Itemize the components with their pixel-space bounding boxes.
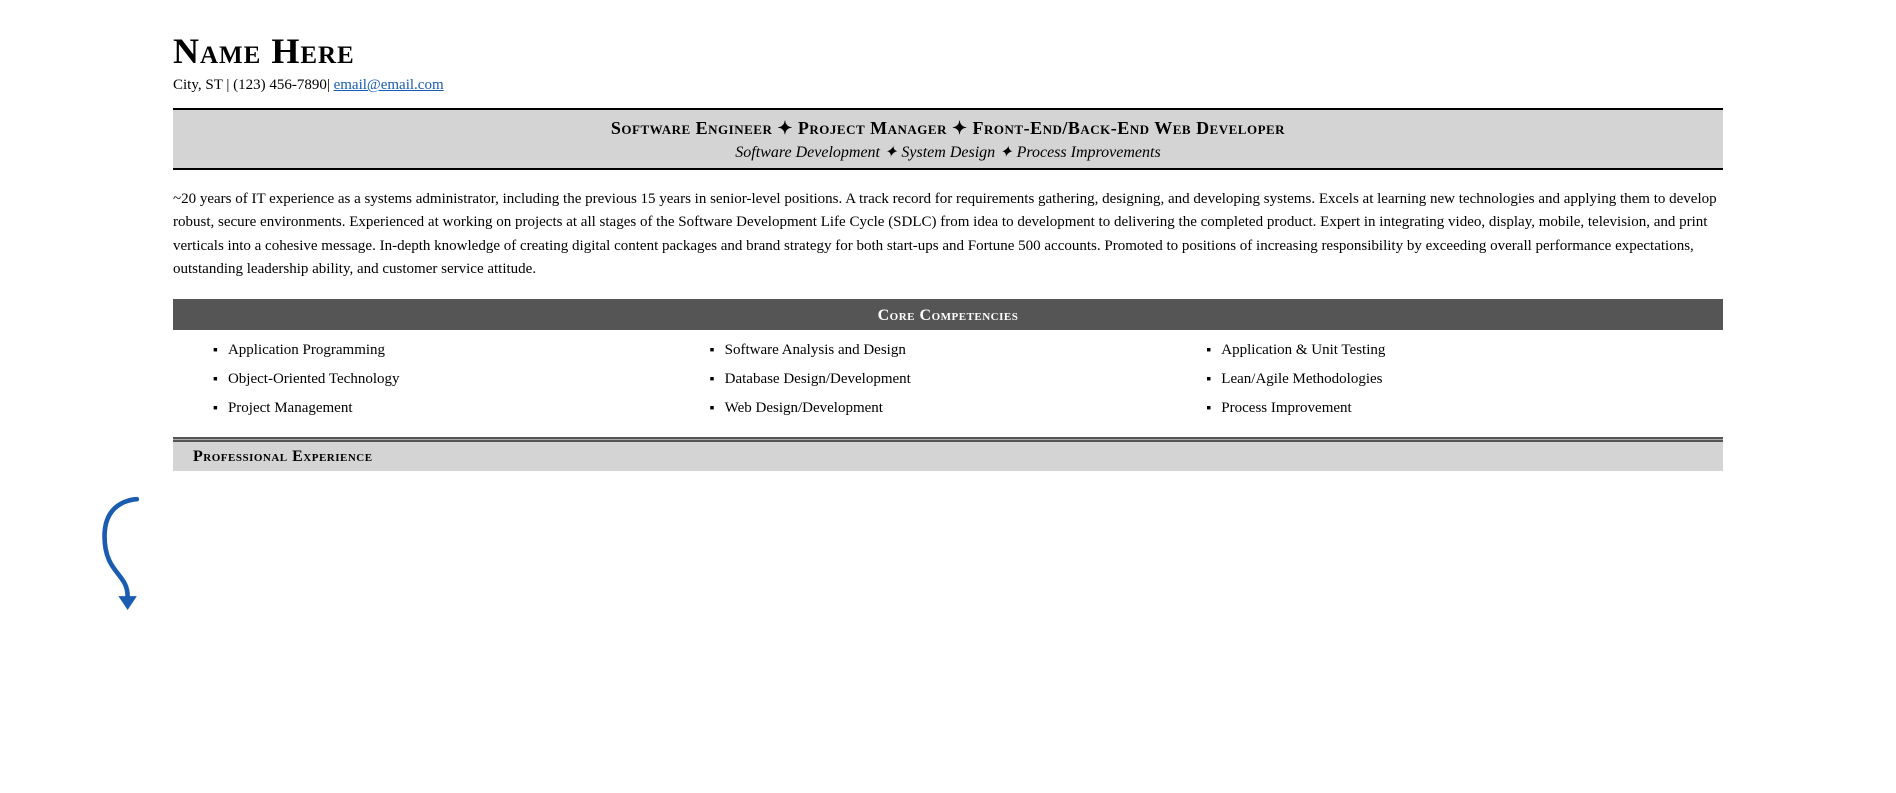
professional-experience-header: Professional Experience (173, 440, 1723, 471)
list-item: Application Programming (213, 340, 710, 361)
main-title: Software Engineer ✦ Project Manager ✦ Fr… (183, 118, 1713, 139)
list-item: Project Management (213, 398, 710, 419)
competencies-col-2: Software Analysis and Design Database De… (710, 340, 1207, 427)
list-item: Database Design/Development (710, 369, 1207, 390)
list-item: Application & Unit Testing (1206, 340, 1703, 361)
list-item: Software Analysis and Design (710, 340, 1207, 361)
list-item: Process Improvement (1206, 398, 1703, 419)
core-competencies-header: Core Competencies (173, 301, 1723, 330)
list-item: Web Design/Development (710, 398, 1207, 419)
list-item: Object-Oriented Technology (213, 369, 710, 390)
contact-info: City, ST | (123) 456-7890| email@email.c… (173, 77, 1723, 94)
core-competencies-title: Core Competencies (878, 307, 1019, 324)
annotation-arrow (93, 490, 153, 610)
candidate-name: Name Here (173, 30, 1723, 73)
competencies-col-3: Application & Unit Testing Lean/Agile Me… (1206, 340, 1703, 427)
list-item: Lean/Agile Methodologies (1206, 369, 1703, 390)
competencies-grid: Application Programming Object-Oriented … (173, 330, 1723, 439)
core-competencies-section: Core Competencies Application Programmin… (173, 299, 1723, 440)
sub-title: Software Development ✦ System Design ✦ P… (183, 142, 1713, 162)
contact-text: City, ST | (123) 456-7890| (173, 77, 330, 93)
competencies-col-1: Application Programming Object-Oriented … (213, 340, 710, 427)
resume-header: Name Here City, ST | (123) 456-7890| ema… (173, 30, 1723, 94)
title-banner: Software Engineer ✦ Project Manager ✦ Fr… (173, 108, 1723, 170)
summary-paragraph: ~20 years of IT experience as a systems … (173, 188, 1723, 281)
email-link[interactable]: email@email.com (334, 77, 444, 93)
prof-exp-title: Professional Experience (193, 448, 373, 465)
